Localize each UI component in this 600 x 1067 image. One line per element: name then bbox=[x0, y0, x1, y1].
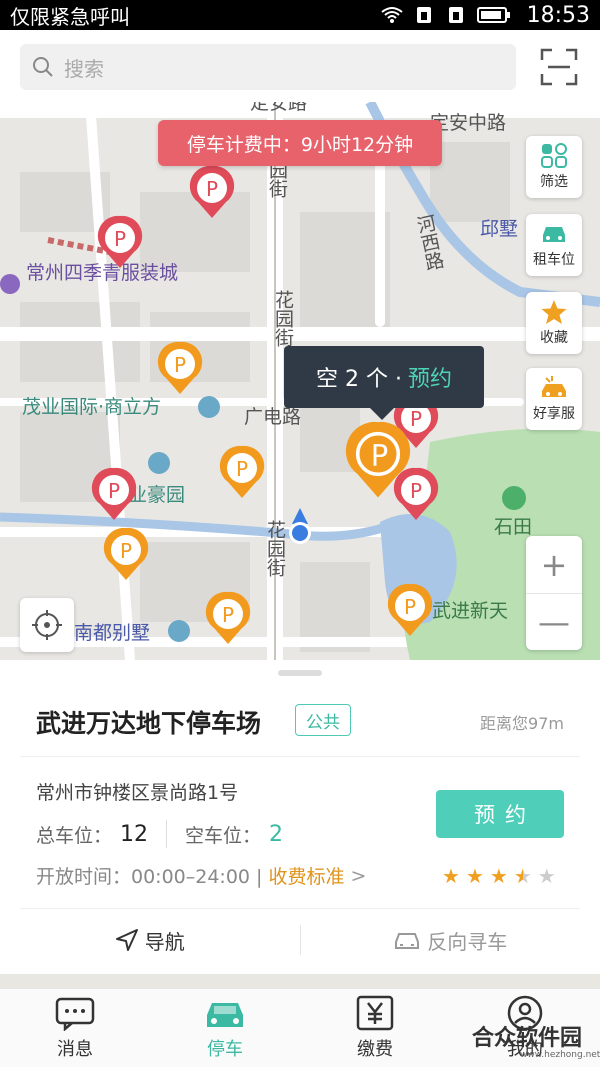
star-icon bbox=[541, 300, 567, 324]
tab-label: 缴费 bbox=[357, 1039, 393, 1060]
services-label: 好享服 bbox=[533, 406, 575, 422]
building-icon bbox=[148, 452, 170, 474]
zoom-in-button[interactable]: + bbox=[526, 536, 582, 593]
message-icon bbox=[55, 997, 95, 1031]
find-car-button[interactable]: 反向寻车 bbox=[301, 926, 600, 955]
tab-parking[interactable]: 停车 bbox=[150, 989, 300, 1067]
rent-space-button[interactable]: 租车位 bbox=[526, 214, 582, 276]
parking-fee-banner[interactable]: 停车计费中：9小时12分钟 bbox=[158, 120, 442, 166]
poi-label: 南都别墅 bbox=[74, 622, 151, 644]
favorites-button[interactable]: 收藏 bbox=[526, 292, 582, 354]
star-half-icon: ★ bbox=[513, 864, 532, 888]
map-view[interactable]: 定安路 定安中路 园街 花园街 花园街 广电路 河西路 邱墅 常州四季青服装城 … bbox=[0, 102, 600, 660]
road-label: 定安路 bbox=[250, 102, 308, 114]
public-tag: 公共 bbox=[295, 704, 351, 736]
reserve-button[interactable]: 预约 bbox=[436, 790, 564, 838]
map-strip bbox=[0, 974, 600, 988]
tab-label: 停车 bbox=[207, 1039, 243, 1060]
sim-icon bbox=[416, 7, 431, 23]
zoom-out-button[interactable]: — bbox=[526, 593, 582, 650]
favorites-label: 收藏 bbox=[540, 330, 568, 346]
search-placeholder: 搜索 bbox=[64, 56, 104, 81]
total-spaces-label: 总车位： bbox=[36, 824, 113, 847]
chevron-right-icon: > bbox=[350, 864, 367, 887]
car-icon bbox=[207, 1003, 243, 1027]
poi-label: 茂业国际·商立方 bbox=[22, 396, 162, 418]
parking-lot-sheet: 武进万达地下停车场 公共 距离您97m 常州市钟楼区景尚路1号 总车位： 12 … bbox=[0, 660, 600, 974]
road-label: 花园街 bbox=[264, 520, 286, 577]
hours-text: 开放时间：00:00–24:00 | bbox=[36, 866, 263, 888]
wifi-icon bbox=[380, 7, 403, 23]
building-icon bbox=[168, 620, 190, 642]
zoom-control: + — bbox=[526, 536, 582, 650]
fee-standard-link[interactable]: 收费标准 bbox=[268, 862, 344, 889]
services-button[interactable]: 好享服 bbox=[526, 368, 582, 430]
car-service-icon bbox=[542, 376, 566, 397]
availability-text: 空 2 个 · bbox=[316, 367, 402, 392]
sim-icon-2 bbox=[448, 7, 463, 23]
free-spaces-value: 2 bbox=[269, 821, 284, 847]
watermark-url: www.hezhong.net bbox=[520, 1050, 600, 1060]
search-icon bbox=[33, 57, 53, 77]
road-label: 邱墅 bbox=[480, 218, 519, 240]
tab-label: 消息 bbox=[57, 1039, 93, 1060]
divider bbox=[166, 820, 168, 848]
tab-messages[interactable]: 消息 bbox=[0, 989, 150, 1067]
distance-text: 距离您97m bbox=[480, 714, 564, 733]
filter-label: 筛选 bbox=[540, 174, 568, 190]
navigation-icon bbox=[115, 929, 138, 951]
tab-payment[interactable]: 缴费 bbox=[300, 989, 450, 1067]
lot-address: 常州市钟楼区景尚路1号 bbox=[36, 782, 239, 804]
filter-button[interactable]: 筛选 bbox=[526, 136, 582, 198]
star-icon: ★ bbox=[442, 864, 460, 888]
poi-label: 武进新天 bbox=[432, 600, 509, 622]
carrier-text: 仅限紧急呼叫 bbox=[10, 4, 130, 29]
crosshair-icon bbox=[32, 610, 62, 640]
star-icon: ★ bbox=[489, 864, 508, 888]
action-bar: 导航 反向寻车 bbox=[0, 908, 600, 972]
scan-icon[interactable] bbox=[540, 48, 578, 86]
poi-label: 业豪园 bbox=[128, 484, 186, 506]
navigate-button[interactable]: 导航 bbox=[0, 926, 300, 955]
watermark: 合众软件园 bbox=[472, 1026, 583, 1051]
shopping-icon bbox=[0, 274, 20, 294]
battery-icon bbox=[476, 7, 510, 23]
lot-name: 武进万达地下停车场 bbox=[36, 709, 262, 738]
free-spaces-label: 空车位： bbox=[185, 824, 262, 847]
navigate-label: 导航 bbox=[144, 929, 185, 954]
road-label: 花园街 bbox=[272, 290, 294, 347]
park-icon bbox=[502, 486, 526, 510]
popup-reserve-link[interactable]: 预约 bbox=[408, 361, 452, 393]
opening-hours: 开放时间：00:00–24:00 | 收费标准 > bbox=[36, 862, 366, 889]
divider bbox=[20, 756, 580, 757]
rent-space-label: 租车位 bbox=[533, 252, 575, 268]
car-outline-icon bbox=[395, 933, 420, 949]
sheet-handle[interactable] bbox=[278, 670, 322, 676]
yen-icon bbox=[356, 995, 394, 1031]
total-spaces-value: 12 bbox=[120, 821, 149, 847]
building-icon bbox=[198, 396, 220, 418]
star-empty-icon: ★ bbox=[537, 864, 556, 888]
search-header: 搜索 bbox=[0, 30, 600, 102]
car-icon bbox=[543, 227, 565, 242]
poi-label: 常州四季青服装城 bbox=[26, 262, 179, 284]
clock: 18:53 bbox=[526, 2, 590, 28]
status-bar: 仅限紧急呼叫 18:53 bbox=[0, 0, 600, 30]
space-counts: 总车位： 12 空车位： 2 bbox=[36, 820, 283, 848]
star-icon: ★ bbox=[465, 864, 484, 888]
rating-stars: ★ ★ ★ ★ ★ bbox=[442, 866, 556, 886]
locate-button[interactable] bbox=[20, 598, 74, 652]
filter-icon bbox=[541, 143, 567, 168]
search-input[interactable]: 搜索 bbox=[20, 44, 516, 90]
find-car-label: 反向寻车 bbox=[427, 929, 508, 954]
availability-popup[interactable]: 空 2 个 · 预约 bbox=[284, 346, 484, 420]
